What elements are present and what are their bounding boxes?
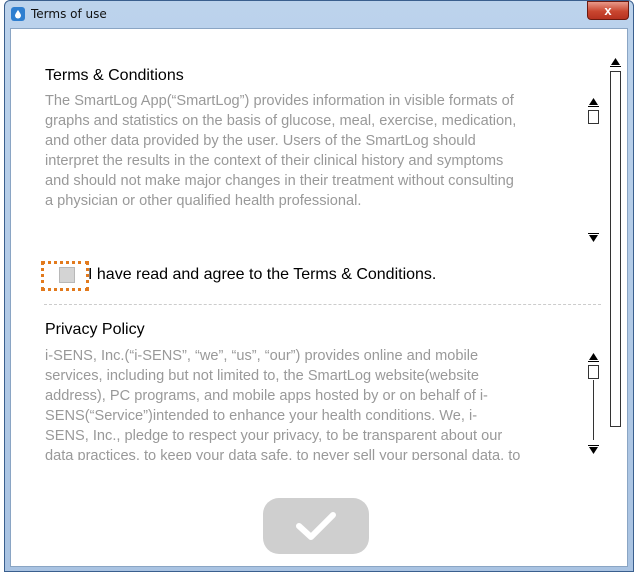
- agree-checkbox[interactable]: [59, 267, 75, 283]
- privacy-textbox[interactable]: i-SENS, Inc.(“i-SENS”, “we”, “us”, “our”…: [45, 346, 603, 460]
- dialog-content: Terms & Conditions The SmartLog App(“Sma…: [10, 28, 628, 567]
- terms-line: graphs and statistics on the basis of gl…: [45, 113, 517, 129]
- terms-scrollbar[interactable]: [585, 91, 602, 249]
- checkmark-icon: [296, 512, 336, 540]
- terms-heading: Terms & Conditions: [45, 67, 184, 84]
- scroll-thumb[interactable]: [610, 71, 621, 427]
- terms-line: and other data provided by the user. Use…: [45, 133, 476, 149]
- privacy-scroll-down-icon[interactable]: [585, 442, 602, 459]
- privacy-line: services, including but not limited to, …: [45, 368, 479, 384]
- privacy-scroll-up-icon[interactable]: [585, 348, 602, 365]
- terms-scroll-up-icon[interactable]: [585, 93, 602, 110]
- outer-scrollbar[interactable]: [607, 53, 624, 441]
- terms-line: interpret the results in the context of …: [45, 153, 504, 169]
- section-divider: [44, 304, 601, 305]
- close-button[interactable]: x: [587, 1, 629, 20]
- terms-line: The SmartLog App(“SmartLog”) provides in…: [45, 93, 514, 109]
- agree-label[interactable]: I have read and agree to the Terms & Con…: [88, 266, 436, 284]
- privacy-heading: Privacy Policy: [45, 321, 145, 338]
- privacy-line: SENS(“Service”)intended to enhance your …: [45, 408, 478, 424]
- privacy-line: address), PC programs, and mobile apps h…: [45, 388, 488, 404]
- privacy-scroll-track: [593, 380, 594, 440]
- terms-of-use-window: Terms of use x Terms & Conditions The Sm…: [4, 0, 634, 572]
- app-droplet-icon: [11, 7, 25, 21]
- privacy-scroll-thumb[interactable]: [588, 365, 599, 379]
- privacy-scrollbar[interactable]: [585, 346, 602, 460]
- terms-scroll-thumb[interactable]: [588, 110, 599, 124]
- privacy-line: i-SENS, Inc.(“i-SENS”, “we”, “us”, “our”…: [45, 348, 479, 364]
- title-bar[interactable]: Terms of use x: [5, 1, 633, 27]
- confirm-button[interactable]: [263, 498, 369, 554]
- terms-textbox[interactable]: The SmartLog App(“SmartLog”) provides in…: [45, 91, 603, 249]
- terms-line: and should not make major changes in the…: [45, 173, 514, 189]
- privacy-line: SENS, Inc., pledge to respect your priva…: [45, 428, 503, 444]
- terms-scroll-down-icon[interactable]: [585, 230, 602, 247]
- terms-line: a physician or other qualified health pr…: [45, 193, 362, 209]
- privacy-line: data practices, to keep your data safe, …: [45, 448, 521, 460]
- window-title: Terms of use: [31, 7, 107, 21]
- privacy-text: i-SENS, Inc.(“i-SENS”, “we”, “us”, “our”…: [45, 346, 581, 460]
- scroll-up-arrow-icon[interactable]: [607, 53, 624, 70]
- terms-text: The SmartLog App(“SmartLog”) provides in…: [45, 91, 581, 211]
